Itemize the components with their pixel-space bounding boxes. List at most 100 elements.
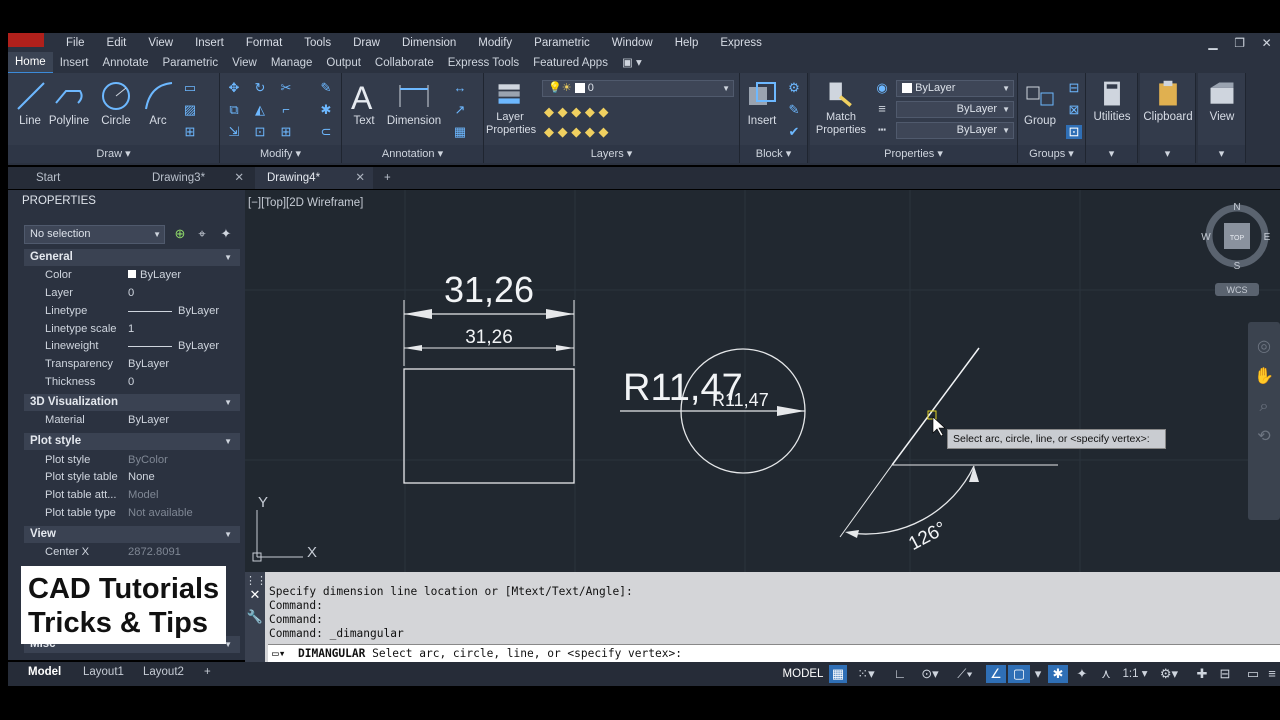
- tab-featured-apps[interactable]: Featured Apps: [526, 53, 615, 73]
- tab-parametric[interactable]: Parametric: [156, 53, 226, 73]
- layer-tools-row2-icon[interactable]: ◆ ◆ ◆ ◆ ◆: [544, 125, 654, 139]
- minimize-icon[interactable]: ▁: [1208, 36, 1217, 50]
- linetype-icon[interactable]: ┅: [874, 123, 890, 137]
- color-wheel-icon[interactable]: ◉: [874, 81, 890, 95]
- annotation-scale-icon[interactable]: ⋏: [1096, 665, 1116, 683]
- clipboard-button[interactable]: Clipboard: [1140, 79, 1196, 123]
- prop-linetype-scale[interactable]: Linetype scale 1: [24, 321, 240, 339]
- boundary-icon[interactable]: ⊞: [182, 125, 198, 139]
- tab-home[interactable]: Home: [8, 52, 53, 74]
- modify-panel-title[interactable]: Modify ▾: [220, 145, 341, 163]
- annotation-panel-title[interactable]: Annotation ▾: [342, 145, 483, 163]
- block-panel-title[interactable]: Block ▾: [740, 145, 807, 163]
- osnap-dropdown-icon[interactable]: ▾: [1032, 665, 1044, 683]
- attribute-icon[interactable]: ✔: [786, 125, 802, 139]
- layer-dropdown[interactable]: 💡☀ 0 ▼: [542, 80, 734, 97]
- tab-annotate[interactable]: Annotate: [95, 53, 155, 73]
- menu-tools[interactable]: Tools: [304, 37, 331, 49]
- layout-tab-model[interactable]: Model: [28, 662, 61, 682]
- angle-arc[interactable]: [849, 465, 975, 535]
- layers-panel-title[interactable]: Layers ▾: [484, 145, 739, 163]
- prop-color[interactable]: Color ByLayer: [24, 267, 240, 285]
- prop-thickness[interactable]: Thickness 0: [24, 374, 240, 392]
- layout-tab-layout1[interactable]: Layout1: [83, 662, 124, 682]
- prop-layer[interactable]: Layer 0: [24, 285, 240, 303]
- workspace-gear-icon[interactable]: ⚙▾: [1154, 665, 1184, 683]
- section-plot-style[interactable]: Plot style ▼: [24, 433, 240, 450]
- snap-icon[interactable]: ⁙▾: [851, 665, 881, 683]
- linear-dim-icon[interactable]: ↔: [452, 81, 468, 95]
- layer-tools-row1-icon[interactable]: ◆ ◆ ◆ ◆ ◆: [544, 105, 654, 119]
- doc-tab-drawing3[interactable]: Drawing3* ✕: [140, 167, 252, 189]
- dimension-text-large[interactable]: 31,26: [444, 269, 534, 310]
- auto-scale-icon[interactable]: ✦: [1072, 665, 1092, 683]
- tab-insert[interactable]: Insert: [53, 53, 96, 73]
- menu-file[interactable]: File: [66, 37, 85, 49]
- command-prompt-icon[interactable]: ▭▾: [272, 645, 285, 662]
- command-input[interactable]: ▭▾ DIMANGULAR Select arc, circle, line, o…: [268, 644, 1280, 662]
- utilities-expand[interactable]: ▾: [1086, 145, 1137, 163]
- table-icon[interactable]: ▦: [452, 125, 468, 139]
- doc-tab-start[interactable]: Start: [24, 167, 137, 189]
- create-block-icon[interactable]: ⚙: [786, 81, 802, 95]
- isodraft-icon[interactable]: ⟋▾: [950, 665, 980, 683]
- menu-express[interactable]: Express: [720, 37, 762, 49]
- scale-icon[interactable]: ⊡: [252, 125, 268, 139]
- circle-button[interactable]: Circle: [97, 79, 135, 127]
- polyline-button[interactable]: Polyline: [48, 79, 90, 127]
- app-logo-icon[interactable]: [8, 33, 44, 47]
- stretch-icon[interactable]: ⇲: [226, 125, 242, 139]
- ungroup-icon[interactable]: ⊟: [1066, 81, 1082, 95]
- add-layout-button[interactable]: +: [204, 662, 211, 682]
- object-snap-icon[interactable]: ▢: [1008, 665, 1030, 683]
- edit-block-icon[interactable]: ✎: [786, 103, 802, 117]
- doc-tab-drawing4[interactable]: Drawing4* ✕: [255, 167, 373, 189]
- menu-edit[interactable]: Edit: [107, 37, 127, 49]
- group-edit-icon[interactable]: ⊠: [1066, 103, 1082, 117]
- selection-dropdown[interactable]: No selection ▼: [24, 225, 165, 244]
- tab-express-tools[interactable]: Express Tools: [441, 53, 526, 73]
- erase-icon[interactable]: ✎: [318, 81, 334, 95]
- layer-properties-button[interactable]: Layer Properties: [486, 79, 536, 137]
- grid-icon[interactable]: ▦: [829, 665, 847, 683]
- annotation-monitor-icon[interactable]: ✚: [1192, 665, 1212, 683]
- section-general[interactable]: General ▼: [24, 249, 240, 266]
- fillet-icon[interactable]: ⌐: [278, 103, 294, 117]
- prop-linetype[interactable]: Linetype ByLayer: [24, 303, 240, 321]
- drawing-viewport[interactable]: 31,26 31,26 R11,47 R11,47 126° Y X: [245, 190, 1280, 572]
- ortho-icon[interactable]: ∟: [889, 665, 911, 683]
- tab-output[interactable]: Output: [319, 53, 368, 73]
- view-button[interactable]: View: [1198, 79, 1246, 123]
- prop-material[interactable]: Material ByLayer: [24, 412, 240, 430]
- tab-collaborate[interactable]: Collaborate: [368, 53, 441, 73]
- offset-icon[interactable]: ⊂: [318, 125, 334, 139]
- new-tab-button[interactable]: +: [376, 167, 406, 189]
- prop-plot-style[interactable]: Plot style ByColor: [24, 452, 240, 470]
- menu-insert[interactable]: Insert: [195, 37, 224, 49]
- viewport-controls-label[interactable]: [−][Top][2D Wireframe]: [248, 197, 363, 209]
- menu-help[interactable]: Help: [675, 37, 699, 49]
- linetype-dropdown[interactable]: ByLayer ▼: [896, 122, 1014, 139]
- select-objects-icon[interactable]: ⌖: [194, 227, 210, 241]
- menu-draw[interactable]: Draw: [353, 37, 380, 49]
- quick-select-icon[interactable]: ✦: [218, 227, 234, 241]
- menu-dimension[interactable]: Dimension: [402, 37, 456, 49]
- explode-icon[interactable]: ✱: [318, 103, 334, 117]
- line-button[interactable]: Line: [14, 79, 46, 127]
- rotate-icon[interactable]: ↻: [252, 81, 268, 95]
- units-icon[interactable]: ⊟: [1214, 665, 1236, 683]
- prop-transparency[interactable]: Transparency ByLayer: [24, 356, 240, 374]
- ribbon-toggle-icon[interactable]: ▣ ▾: [615, 53, 649, 73]
- groups-panel-title[interactable]: Groups ▾: [1018, 145, 1085, 163]
- rectangle-shape[interactable]: [403, 368, 575, 484]
- move-icon[interactable]: ✥: [226, 81, 242, 95]
- prop-plot-table-attach[interactable]: Plot table att... Model: [24, 487, 240, 505]
- lineweight-icon[interactable]: ≡: [874, 102, 890, 116]
- trim-icon[interactable]: ✂: [278, 81, 294, 95]
- prop-lineweight[interactable]: Lineweight ByLayer: [24, 338, 240, 356]
- section-view[interactable]: View ▼: [24, 526, 240, 543]
- navigation-bar[interactable]: ◎ ✋ ⌕ ⟲: [1248, 322, 1280, 520]
- draw-panel-title[interactable]: Draw ▾: [8, 145, 219, 163]
- radius-text-small[interactable]: R11,47: [712, 390, 769, 410]
- close-tab-icon[interactable]: ✕: [355, 167, 365, 189]
